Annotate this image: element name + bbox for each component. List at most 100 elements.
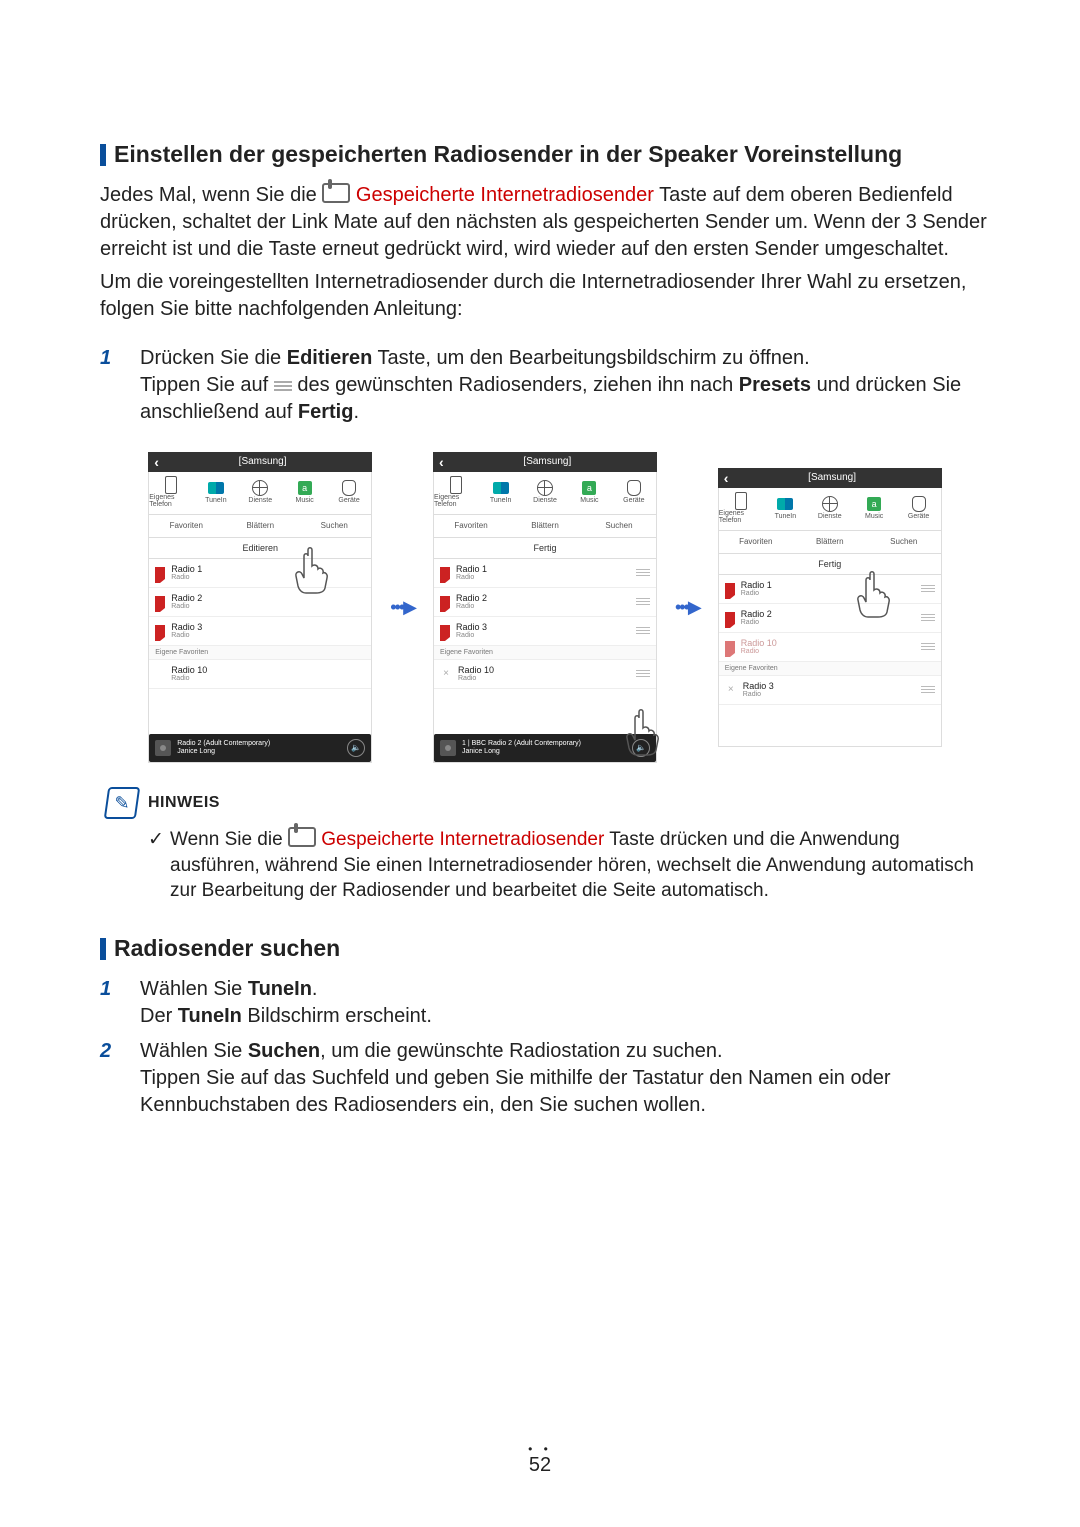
label: Dienste [533,497,557,504]
nav-tunein[interactable]: TuneIn [194,472,238,514]
tab-suchen[interactable]: Suchen [867,531,941,553]
station-row-2[interactable]: Radio 2Radio [434,588,656,617]
station-row-2[interactable]: Radio 2Radio [149,588,371,617]
remove-icon[interactable]: × [440,668,452,680]
tab-favoriten[interactable]: Favoriten [149,515,223,537]
done-button[interactable]: Fertig [434,538,656,559]
nav-tunein[interactable]: TuneIn [763,488,807,530]
device-icon [912,496,926,512]
text: des gewünschten Radiosenders, ziehen ihn… [292,374,739,396]
now-playing-bar[interactable]: 1 | BBC Radio 2 (Adult Contemporary)Jani… [434,734,656,762]
speaker-icon[interactable] [632,739,650,757]
intro-paragraph-1: Jedes Mal, wenn Sie die Gespeicherte Int… [100,182,990,263]
tab-blaettern[interactable]: Blättern [223,515,297,537]
nav-geraete[interactable]: Geräte [327,472,371,514]
station-row-1[interactable]: Radio 1Radio [719,575,941,604]
station-sub: Radio [741,648,915,655]
label: Geräte [623,497,644,504]
nav-geraete[interactable]: Geräte [612,472,656,514]
tab-favoriten[interactable]: Favoriten [719,531,793,553]
station-row-10-moved[interactable]: Radio 10Radio [719,633,941,662]
station-name: Radio 2 [741,609,915,619]
np-title: 1 | BBC Radio 2 (Adult Contemporary) [462,740,626,748]
nav-dienste[interactable]: Dienste [238,472,282,514]
nav-own-phone[interactable]: Eigenes Telefon [719,488,763,530]
nav-dienste[interactable]: Dienste [808,488,852,530]
tab-blaettern[interactable]: Blättern [793,531,867,553]
station-sub: Radio [171,675,365,682]
nav-music[interactable]: aMusic [282,472,326,514]
drag-handle-icon[interactable] [921,585,935,592]
station-row-3-own[interactable]: × Radio 3Radio [719,676,941,705]
step-number: 1 [100,345,140,426]
drag-handle-icon[interactable] [921,686,935,693]
edit-button[interactable]: Editieren [149,538,371,559]
label: Music [296,497,314,504]
source-nav: Eigenes Telefon TuneIn Dienste aMusic Ge… [149,472,371,515]
label: Eigenes Telefon [149,494,193,508]
search-step-2: 2 Wählen Sie Suchen, um die gewünschte R… [100,1038,990,1119]
page-number: • • 52 [0,1442,1080,1477]
drag-handle-icon[interactable] [636,670,650,677]
text: Wenn Sie die [170,829,288,850]
nav-tunein[interactable]: TuneIn [478,472,522,514]
section-label-own-favs: Eigene Favoriten [434,646,656,660]
remove-icon[interactable]: × [725,684,737,696]
station-row-3[interactable]: Radio 3Radio [149,617,371,646]
nav-music[interactable]: a Music [567,472,611,514]
station-sub: Radio [456,603,630,610]
preset-flag-icon [440,567,450,579]
amazon-icon: a [867,497,881,511]
station-sub: Radio [743,691,915,698]
nav-geraete[interactable]: Geräte [896,488,940,530]
nav-music[interactable]: aMusic [852,488,896,530]
speaker-icon[interactable] [347,739,365,757]
text: , um die gewünschte Radiostation zu such… [320,1040,722,1062]
station-row-1[interactable]: Radio 1Radio [434,559,656,588]
station-row-3[interactable]: Radio 3Radio [434,617,656,646]
text-red: Gespeicherte Internetradiosender [321,829,604,850]
station-name: Radio 10 [458,665,630,675]
label: Music [580,497,598,504]
drag-handle-icon[interactable] [636,569,650,576]
station-row-1[interactable]: Radio 1Radio [149,559,371,588]
now-playing-bar[interactable]: Radio 2 (Adult Contemporary)Janice Long [149,734,371,762]
nav-own-phone[interactable]: Eigenes Telefon [149,472,193,514]
drag-handle-icon[interactable] [921,643,935,650]
text: . [353,401,359,423]
tab-suchen[interactable]: Suchen [582,515,656,537]
hinweis-list: Wenn Sie die Gespeicherte Internetradios… [100,827,990,904]
step-1: 1 Drücken Sie die Editieren Taste, um de… [100,345,990,426]
hinweis-item: Wenn Sie die Gespeicherte Internetradios… [148,827,990,904]
station-name: Radio 3 [456,622,630,632]
tab-blaettern[interactable]: Blättern [508,515,582,537]
drag-handle-icon[interactable] [636,598,650,605]
station-row-10[interactable]: Radio 10Radio [149,660,371,689]
drag-handle-icon[interactable] [636,627,650,634]
text: Drücken Sie die [140,347,287,369]
subtabs: Favoriten Blättern Suchen [434,515,656,538]
label: Eigenes Telefon [719,510,763,524]
album-art-icon [440,740,456,756]
text: Der [140,1005,178,1027]
text: Bildschirm erscheint. [242,1005,432,1027]
tab-favoriten[interactable]: Favoriten [434,515,508,537]
drag-handle-icon[interactable] [921,614,935,621]
hinweis-heading: HINWEIS [106,787,990,819]
nav-own-phone[interactable]: Eigenes Telefon [434,472,478,514]
tab-suchen[interactable]: Suchen [297,515,371,537]
station-row-2[interactable]: Radio 2Radio [719,604,941,633]
amazon-icon: a [582,481,596,495]
label: TuneIn [775,513,797,520]
globe-icon [537,480,553,496]
search-steps: 1 Wählen Sie TuneIn. Der TuneIn Bildschi… [100,976,990,1119]
done-button[interactable]: Fertig [719,554,941,575]
label: TuneIn [205,497,227,504]
app-title: [Samsung] [728,472,935,483]
station-row-10[interactable]: × Radio 10Radio [434,660,656,689]
nav-dienste[interactable]: Dienste [523,472,567,514]
phone-icon [165,476,177,494]
station-sub: Radio [171,574,365,581]
text-red: Gespeicherte Internetradiosender [356,184,654,206]
tunein-icon [208,482,224,494]
